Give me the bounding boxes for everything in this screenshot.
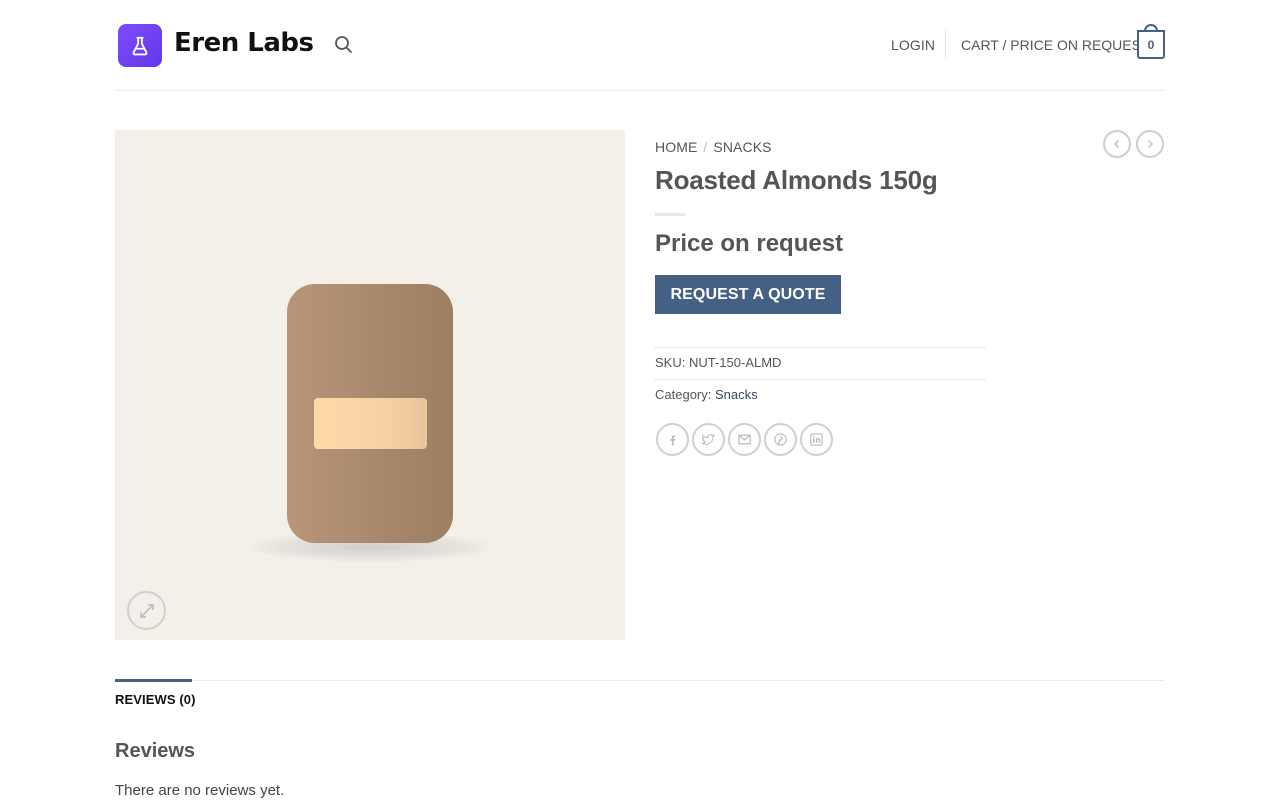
pinterest-icon [774,433,787,446]
cart-separator: / [998,37,1011,53]
cart-link[interactable]: CART / PRICE ON REQUEST [961,37,1150,53]
product-title: Roasted Almonds 150g [655,165,938,195]
chevron-left-icon [1114,140,1119,148]
tab-active-indicator [115,679,192,682]
logo-badge[interactable] [118,24,162,67]
login-link[interactable]: LOGIN [891,37,935,53]
breadcrumb-category[interactable]: SNACKS [713,139,771,155]
sku-value: NUT-150-ALMD [688,355,782,370]
expand-icon [139,603,154,618]
share-pinterest-button[interactable] [764,423,797,456]
reviews-heading: Reviews [115,740,196,762]
next-product-button[interactable] [1136,130,1164,158]
chevron-right-icon [1148,140,1153,148]
tab-reviews[interactable]: REVIEWS (0) [115,692,196,707]
cart-price-label: PRICE ON REQUEST [1010,37,1150,53]
search-icon[interactable] [334,35,354,55]
meta-divider [655,347,985,348]
share-linkedin-button[interactable] [800,423,833,456]
cart-count-badge[interactable]: 0 [1137,30,1165,59]
flask-icon [132,36,148,55]
product-category: Category: Snacks [655,387,758,402]
site-header: Eren Labs LOGIN CART / PRICE ON REQUEST … [115,0,1165,91]
breadcrumb: HOME / SNACKS [655,139,772,155]
share-email-button[interactable] [728,423,761,456]
product-image[interactable] [115,130,625,640]
title-divider [655,213,685,216]
category-link[interactable]: Snacks [715,387,758,402]
cart-label: CART [961,37,999,53]
share-twitter-button[interactable] [692,423,725,456]
product-bag-label [314,398,427,449]
nav-divider [945,29,946,59]
no-reviews-text: There are no reviews yet. [115,782,285,799]
prev-product-button[interactable] [1103,130,1131,158]
meta-divider [655,379,985,380]
linkedin-icon [810,433,823,446]
breadcrumb-home[interactable]: HOME [655,139,697,155]
zoom-button[interactable] [127,591,166,630]
request-quote-button[interactable]: REQUEST A QUOTE [655,275,841,314]
sku-label: SKU: [655,355,686,370]
email-icon [738,434,751,445]
category-label: Category: [655,387,712,402]
share-facebook-button[interactable] [656,423,689,456]
tabs-divider [115,680,1165,681]
logo-text[interactable]: Eren Labs [174,28,314,58]
facebook-icon [670,435,675,445]
product-price: Price on request [655,230,844,257]
twitter-icon [701,433,715,445]
breadcrumb-separator: / [703,139,708,155]
product-sku: SKU: NUT-150-ALMD [655,355,781,370]
